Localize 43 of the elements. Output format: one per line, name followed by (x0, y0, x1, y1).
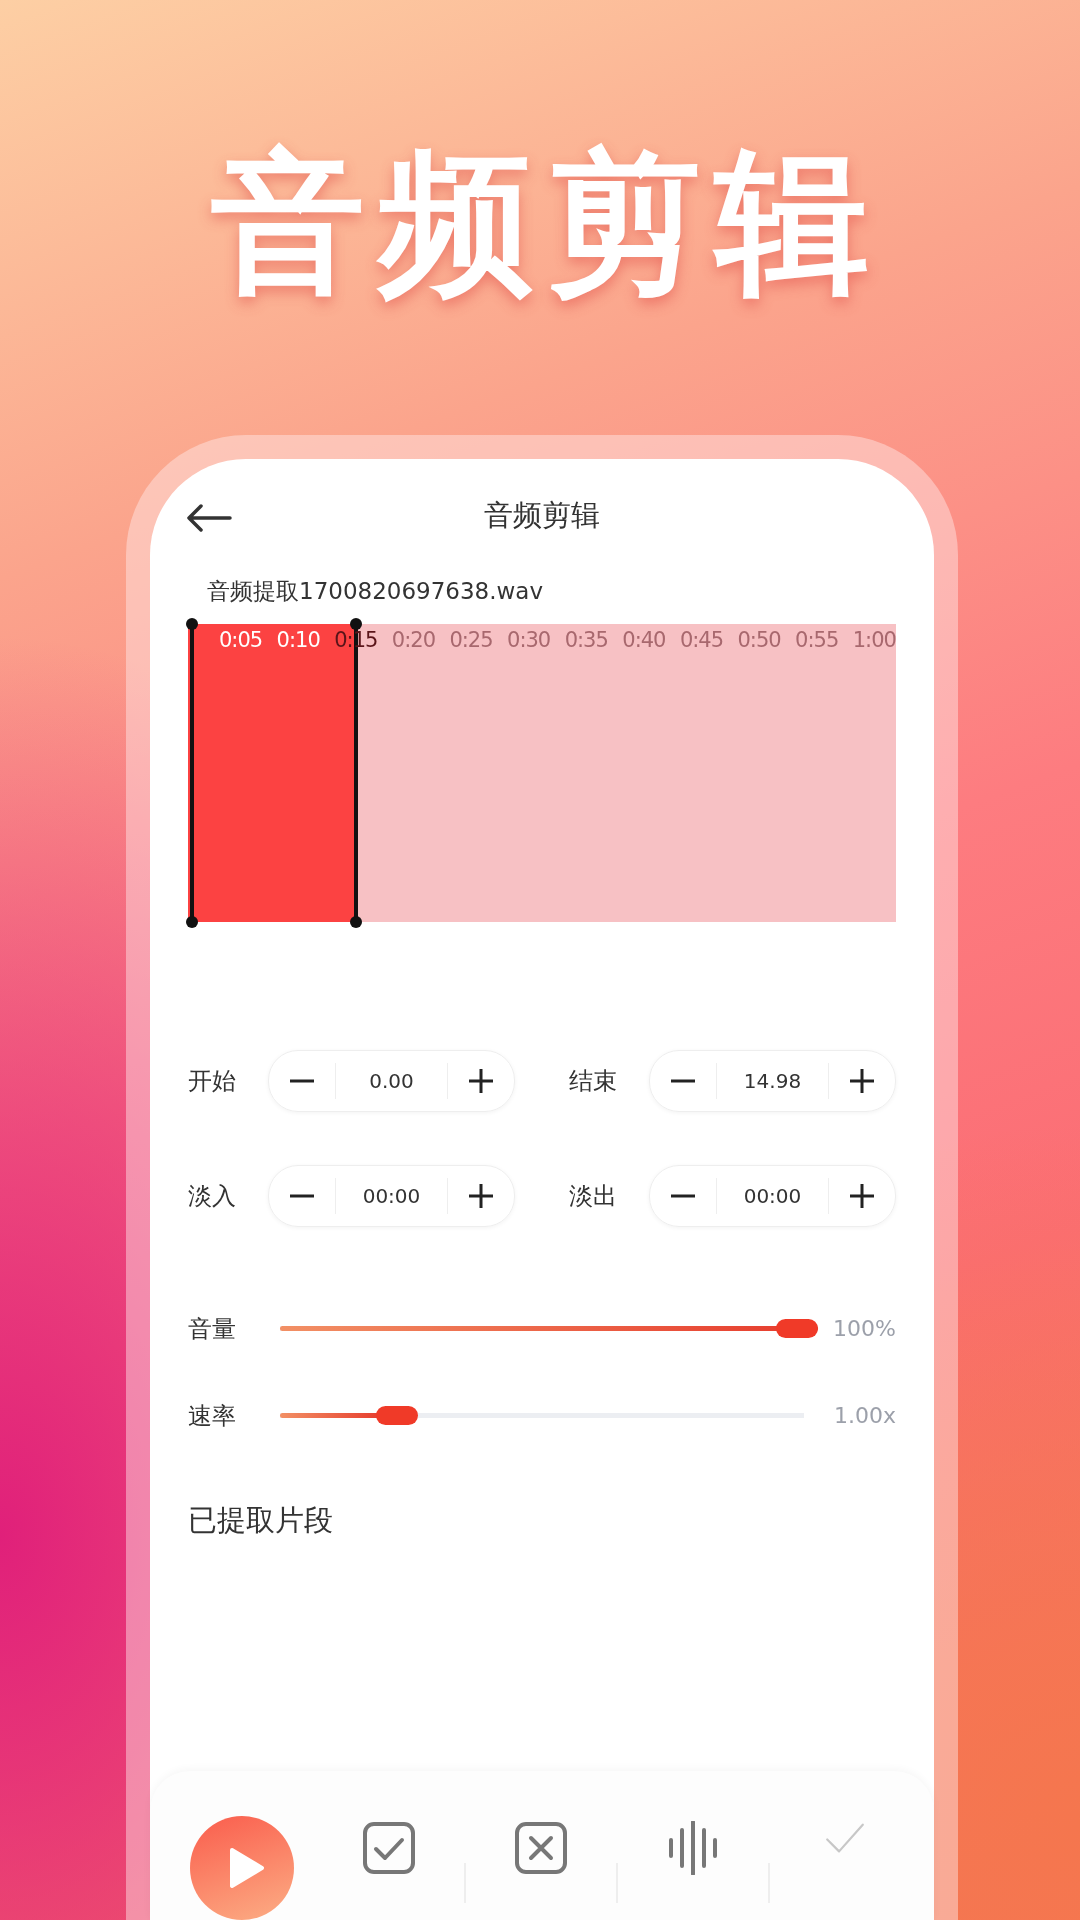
check-box-icon[interactable] (362, 1821, 416, 1875)
time-label: 0:25 (449, 628, 493, 653)
close-box-icon[interactable] (514, 1821, 568, 1875)
time-label: 0:05 (219, 628, 263, 653)
plus-icon[interactable] (847, 1181, 877, 1211)
stepper-control[interactable]: 00:00 (268, 1165, 515, 1227)
time-label: 0:35 (564, 628, 608, 653)
time-label: 0:10 (276, 628, 320, 653)
headline: 音频剪辑 (210, 132, 883, 314)
field-label: 结束 (569, 1066, 618, 1097)
stepper-value: 00:00 (335, 1178, 448, 1214)
plus-icon[interactable] (847, 1066, 877, 1096)
slider-reading: 100% (832, 1316, 896, 1341)
time-label: 0:20 (391, 628, 435, 653)
screen-title: 音频剪辑 (484, 496, 600, 534)
slider-thumb[interactable] (376, 1406, 419, 1425)
field-label: 淡出 (569, 1181, 618, 1212)
slider-thumb[interactable] (776, 1319, 818, 1338)
stepper-control[interactable]: 00:00 (649, 1165, 896, 1227)
file-name: 音频提取1700820697638.wav (207, 577, 545, 607)
slider-reading: 1.00x (833, 1403, 896, 1428)
plus-icon[interactable] (466, 1066, 496, 1096)
stepper-value: 00:00 (716, 1178, 829, 1214)
slider-label: 速率 (188, 1400, 237, 1432)
field-label: 淡入 (188, 1181, 237, 1212)
waveform-icon[interactable] (666, 1821, 720, 1875)
stepper-control[interactable]: 0.00 (268, 1050, 515, 1112)
plus-icon[interactable] (466, 1181, 496, 1211)
time-label: 0:40 (622, 628, 666, 653)
section-title: 已提取片段 (188, 1502, 334, 1539)
time-label: 0:55 (795, 628, 839, 653)
stepper-control[interactable]: 14.98 (649, 1050, 896, 1112)
time-label: 1:00 (852, 628, 896, 653)
trim-handle[interactable] (186, 618, 198, 928)
time-label: 0:50 (737, 628, 781, 653)
time-label: 0:45 (679, 628, 724, 653)
field-label: 开始 (188, 1066, 237, 1097)
back-arrow-icon[interactable] (186, 503, 232, 533)
slider-label: 音量 (188, 1313, 237, 1345)
stepper-value: 0.00 (335, 1063, 448, 1099)
stepper-value: 14.98 (716, 1063, 829, 1099)
time-label: 0:30 (507, 628, 551, 653)
time-label: 0:15 (334, 628, 378, 653)
